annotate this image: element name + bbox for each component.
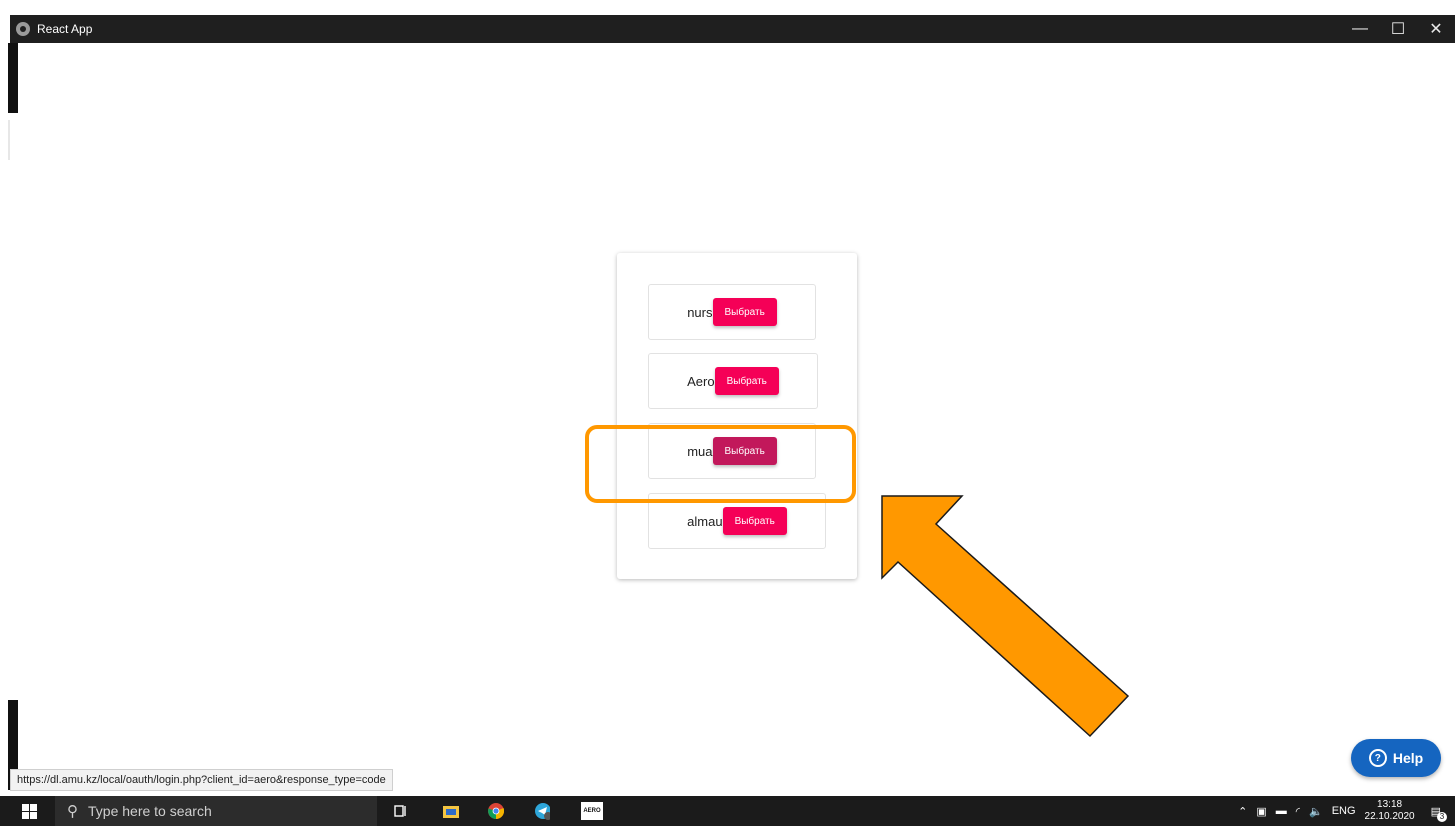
- screen-top-edge: [0, 0, 1455, 15]
- tray-language[interactable]: ENG: [1332, 805, 1356, 817]
- status-bar-url: https://dl.amu.kz/local/oauth/login.php?…: [10, 769, 393, 791]
- tray-volume-icon[interactable]: 🔈: [1309, 805, 1323, 818]
- search-placeholder: Type here to search: [88, 803, 212, 819]
- notifications-icon[interactable]: ▤ 3: [1431, 805, 1447, 822]
- background-window-strip: [8, 43, 18, 113]
- org-row-nurs: nurs Выбрать: [648, 284, 816, 340]
- help-button[interactable]: ? Help: [1351, 739, 1441, 777]
- file-explorer-icon[interactable]: [443, 803, 459, 819]
- task-view-icon[interactable]: [393, 803, 409, 819]
- search-icon: ⚲: [67, 803, 78, 820]
- window-controls: — ☐ ✕: [1341, 15, 1455, 43]
- window-titlebar[interactable]: React App — ☐ ✕: [10, 15, 1455, 43]
- notification-count: 3: [1437, 811, 1447, 822]
- windows-start-icon[interactable]: [22, 804, 38, 820]
- windows-taskbar: ⚲ Type here to search AERO ⌃ ▣ ▬ ◜ 🔈 ENG…: [0, 796, 1455, 826]
- tray-battery-icon[interactable]: ▬: [1276, 805, 1287, 817]
- tray-wifi-icon[interactable]: ◜: [1296, 805, 1300, 818]
- aero-app-icon[interactable]: AERO: [581, 802, 603, 820]
- annotation-arrow-icon: [881, 495, 1130, 738]
- clock-time: 13:18: [1377, 799, 1403, 810]
- org-name: almau: [687, 513, 723, 529]
- organization-select-card: nurs Выбрать Aero Выбрать mua Выбрать al…: [617, 253, 857, 579]
- minimize-button[interactable]: —: [1341, 15, 1379, 43]
- close-button[interactable]: ✕: [1417, 15, 1455, 43]
- org-name: nurs: [687, 304, 713, 320]
- tray-chevron-icon[interactable]: ⌃: [1238, 805, 1247, 818]
- highlight-annotation-box: [585, 425, 856, 503]
- select-button-almau[interactable]: Выбрать: [722, 507, 787, 535]
- org-name: Aero: [687, 373, 715, 389]
- taskbar-search-box[interactable]: ⚲ Type here to search: [55, 796, 377, 826]
- chrome-icon[interactable]: [488, 803, 504, 819]
- help-label: Help: [1392, 750, 1424, 766]
- org-row-aero: Aero Выбрать: [648, 353, 818, 409]
- maximize-button[interactable]: ☐: [1379, 15, 1417, 43]
- help-icon: ?: [1368, 749, 1387, 767]
- window-title: React App: [37, 22, 93, 36]
- background-window-divider: [8, 120, 10, 160]
- clock-date: 22.10.2020: [1364, 811, 1415, 822]
- tray-network-icon[interactable]: ▣: [1256, 805, 1266, 818]
- select-button-aero[interactable]: Выбрать: [714, 367, 779, 395]
- telegram-icon[interactable]: [534, 803, 550, 820]
- app-globe-icon: [16, 22, 30, 36]
- tray-clock[interactable]: 13:18 22.10.2020: [1365, 799, 1415, 823]
- system-tray: ⌃ ▣ ▬ ◜ 🔈 ENG 13:18 22.10.2020 ▤ 3: [1238, 796, 1455, 826]
- select-button-nurs[interactable]: Выбрать: [712, 298, 777, 326]
